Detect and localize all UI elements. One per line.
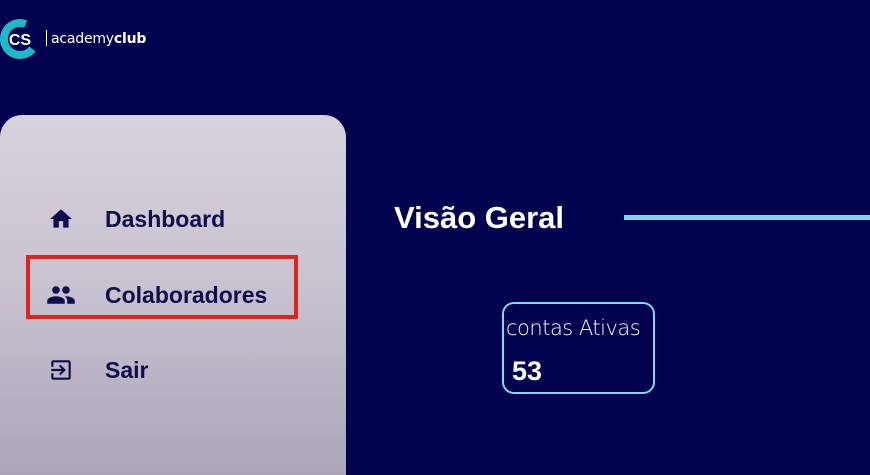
brand-name-regular: academy: [51, 31, 114, 47]
people-icon: [46, 280, 76, 310]
page-title: Visão Geral: [394, 200, 565, 235]
title-accent-line: [624, 215, 870, 220]
stat-card-label: contas Ativas: [506, 316, 641, 340]
cs-logo-icon: CS: [0, 19, 40, 59]
sidebar-item-colaboradores[interactable]: Colaboradores: [46, 275, 267, 315]
brand-name: academyclub: [46, 30, 146, 47]
sidebar-item-label: Dashboard: [105, 205, 226, 232]
sidebar-item-label: Sair: [105, 356, 149, 383]
sidebar-item-label: Colaboradores: [105, 281, 268, 308]
brand-name-bold: club: [113, 31, 147, 47]
stat-card-active-accounts: contas Ativas 53: [502, 302, 655, 394]
sidebar: Dashboard Colaboradores Sair: [0, 115, 346, 475]
logout-icon: [46, 355, 76, 385]
logo-initials: CS: [9, 32, 32, 49]
logo-divider: [46, 30, 47, 46]
sidebar-item-dashboard[interactable]: Dashboard: [46, 199, 225, 239]
brand-logo[interactable]: CS academyclub: [0, 16, 160, 62]
sidebar-item-sair[interactable]: Sair: [46, 350, 148, 390]
home-icon: [46, 204, 76, 234]
stat-card-value: 53: [512, 356, 543, 386]
